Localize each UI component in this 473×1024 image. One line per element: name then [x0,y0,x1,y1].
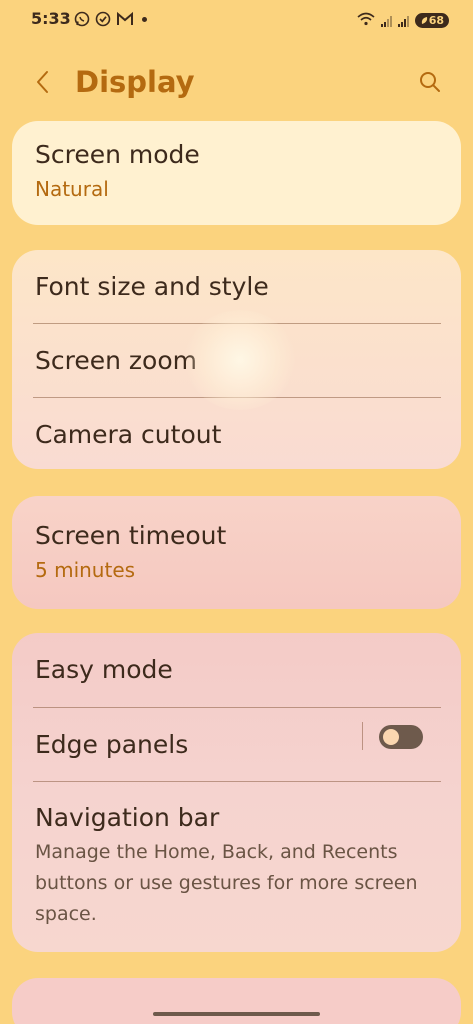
signal-icon-2 [397,15,409,27]
edge-panels-toggle[interactable] [379,725,423,749]
battery-indicator: 68 [414,13,449,28]
edge-panels-item[interactable]: Edge panels [12,708,461,782]
font-size-title: Font size and style [35,272,269,301]
home-indicator[interactable] [153,1012,320,1016]
screen-timeout-value: 5 minutes [35,558,136,582]
screen-zoom-title: Screen zoom [35,346,197,375]
screen-mode-value: Natural [35,177,109,201]
modes-card: Easy mode Edge panels Navigation bar Man… [12,633,461,952]
screen-mode-item[interactable]: Screen mode Natural [12,121,461,225]
navigation-bar-item[interactable]: Navigation bar Manage the Home, Back, an… [12,782,461,930]
leaf-icon [421,17,427,24]
navigation-bar-title: Navigation bar [35,803,220,832]
more-notifications-dot [142,17,147,22]
check-circle-icon [95,11,111,31]
page-title: Display [75,65,195,99]
toggle-separator [362,722,363,750]
text-display-card: Font size and style Screen zoom Camera c… [12,250,461,469]
camera-cutout-title: Camera cutout [35,420,222,449]
status-indicators: 68 [357,11,449,30]
easy-mode-title: Easy mode [35,655,173,684]
status-time: 5:33 [31,9,71,28]
gmail-icon [116,11,134,31]
screen-mode-title: Screen mode [35,140,200,169]
screen-timeout-card: Screen timeout 5 minutes [12,496,461,609]
signal-icon [380,15,392,27]
camera-cutout-item[interactable]: Camera cutout [12,398,461,469]
toggle-knob [383,729,399,745]
chevron-left-icon [37,71,48,93]
search-button[interactable] [417,69,443,95]
edge-panels-title: Edge panels [35,730,189,759]
screen-timeout-item[interactable]: Screen timeout 5 minutes [12,496,461,609]
next-card[interactable] [12,978,461,1024]
status-bar: 5:33 68 [0,0,473,40]
screen-timeout-title: Screen timeout [35,521,227,550]
battery-level: 68 [428,14,444,27]
wifi-icon [357,11,375,30]
font-size-item[interactable]: Font size and style [12,250,461,324]
screen-zoom-item[interactable]: Screen zoom [12,324,461,398]
search-icon [420,72,440,92]
whatsapp-icon [74,11,90,31]
easy-mode-item[interactable]: Easy mode [12,633,461,708]
screen-mode-card: Screen mode Natural [12,121,461,225]
navigation-bar-description: Manage the Home, Back, and Recents butto… [35,841,418,925]
back-button[interactable] [30,69,56,95]
app-header: Display [0,58,473,108]
